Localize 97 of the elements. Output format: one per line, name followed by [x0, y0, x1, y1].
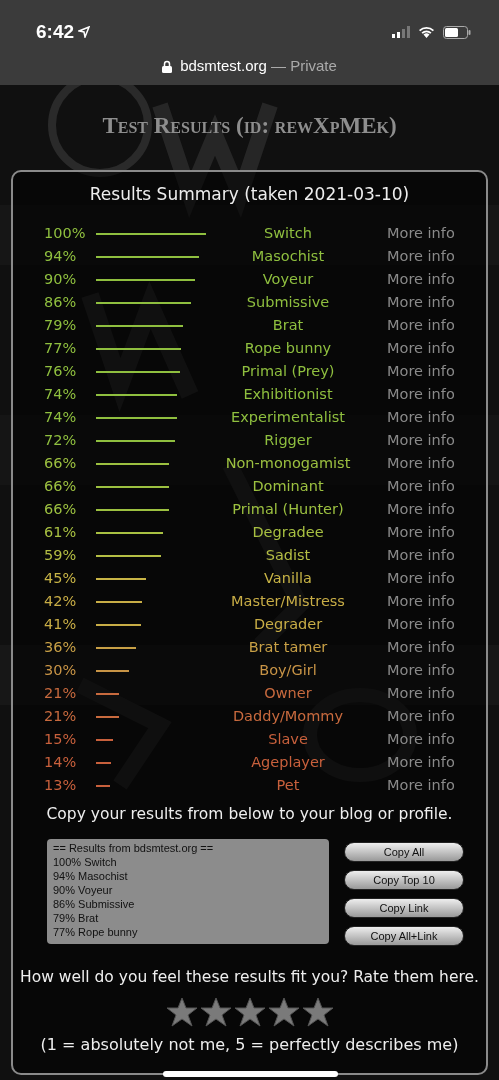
result-name: Ageplayer [250, 752, 326, 772]
star-icon[interactable] [165, 997, 198, 1028]
result-percent: 21% [44, 683, 78, 703]
more-info-link[interactable]: More info [387, 270, 455, 287]
result-name: Masochist [250, 246, 326, 266]
rating-prompt: How well do you feel these results fit you? Rate them here. [19, 967, 480, 988]
more-info-link[interactable]: More info [387, 408, 455, 425]
result-name: Boy/Girl [258, 660, 318, 680]
result-percent: 86% [44, 292, 78, 312]
more-info-link[interactable]: More info [387, 500, 455, 517]
more-info-link[interactable]: More info [387, 592, 455, 609]
result-percent: 15% [44, 729, 78, 749]
location-arrow-icon [78, 26, 91, 38]
more-info-link[interactable]: More info [387, 730, 455, 747]
result-name: Vanilla [263, 568, 313, 588]
more-info-link[interactable]: More info [387, 293, 455, 310]
result-percent: 13% [44, 775, 78, 795]
result-percent: 66% [44, 499, 78, 519]
rating-legend: (1 = absolutely not me, 5 = perfectly describes me) [13, 1033, 486, 1058]
result-percent: 74% [44, 384, 78, 404]
result-name: Rigger [263, 430, 313, 450]
result-name: Primal (Prey) [240, 361, 336, 381]
more-info-link[interactable]: More info [387, 339, 455, 356]
result-percent: 45% [44, 568, 78, 588]
more-info-link[interactable]: More info [387, 523, 455, 540]
result-name: Pet [275, 775, 301, 795]
result-percent: 77% [44, 338, 78, 358]
star-icon[interactable] [301, 997, 334, 1028]
more-info-link[interactable]: More info [387, 454, 455, 471]
battery-icon [443, 25, 471, 39]
more-info-link[interactable]: More info [387, 776, 455, 793]
result-name: Brat tamer [247, 637, 329, 657]
more-info-link[interactable]: More info [387, 362, 455, 379]
more-info-link[interactable]: More info [387, 615, 455, 632]
more-info-link[interactable]: More info [387, 684, 455, 701]
result-name: Owner [263, 683, 313, 703]
address-bar-url[interactable]: bdsmtest.org — Private [180, 55, 337, 78]
lock-icon [162, 59, 173, 73]
result-percent: 79% [44, 315, 78, 335]
result-percent: 42% [44, 591, 78, 611]
result-name: Non-monogamist [224, 453, 352, 473]
result-percent: 36% [44, 637, 78, 657]
more-info-link[interactable]: More info [387, 661, 455, 678]
result-name: Submissive [245, 292, 331, 312]
more-info-link[interactable]: More info [387, 316, 455, 333]
result-name: Daddy/Mommy [231, 706, 345, 726]
result-percent: 66% [44, 453, 78, 473]
result-percent: 100% [44, 223, 87, 243]
more-info-link[interactable]: More info [387, 638, 455, 655]
page-title: Test Results (id: rewXpMEk) [101, 112, 398, 140]
result-name: Sadist [264, 545, 312, 565]
result-name: Master/Mistress [230, 591, 346, 611]
result-name: Brat [271, 315, 305, 335]
result-percent: 59% [44, 545, 78, 565]
copy-button[interactable]: Copy Top 10 [344, 870, 464, 890]
signal-icon [392, 26, 410, 38]
clock-time: 6:42 [36, 19, 75, 44]
result-percent: 72% [44, 430, 78, 450]
star-icon[interactable] [267, 997, 300, 1028]
result-percent: 90% [44, 269, 78, 289]
result-name: Dominant [251, 476, 325, 496]
result-percent: 76% [44, 361, 78, 381]
wifi-icon [418, 26, 435, 38]
results-text-area[interactable]: == Results from bdsmtest.org == 100% Switch 94% Masochist 90% Voyeur 86% Submissive 79% Brat 77% Rope bunny [47, 839, 329, 944]
result-percent: 30% [44, 660, 78, 680]
more-info-link[interactable]: More info [387, 477, 455, 494]
star-icon[interactable] [233, 997, 266, 1028]
result-name: Slave [267, 729, 309, 749]
result-percent: 21% [44, 706, 78, 726]
result-percent: 66% [44, 476, 78, 496]
result-name: Exhibitionist [242, 384, 334, 404]
result-percent: 74% [44, 407, 78, 427]
copy-button[interactable]: Copy All+Link [344, 926, 464, 946]
more-info-link[interactable]: More info [387, 546, 455, 563]
result-name: Degrader [252, 614, 324, 634]
result-percent: 14% [44, 752, 78, 772]
result-name: Rope bunny [243, 338, 333, 358]
more-info-link[interactable]: More info [387, 707, 455, 724]
result-percent: 61% [44, 522, 78, 542]
more-info-link[interactable]: More info [387, 224, 455, 241]
more-info-link[interactable]: More info [387, 385, 455, 402]
result-name: Degradee [251, 522, 325, 542]
more-info-link[interactable]: More info [387, 569, 455, 586]
star-icon[interactable] [199, 997, 232, 1028]
copy-prompt: Copy your results from below to your blog or profile. [45, 804, 454, 825]
result-name: Voyeur [261, 269, 315, 289]
more-info-link[interactable]: More info [387, 431, 455, 448]
result-name: Switch [263, 223, 313, 243]
result-name: Experimentalist [230, 407, 346, 427]
result-name: Primal (Hunter) [231, 499, 345, 519]
more-info-link[interactable]: More info [387, 247, 455, 264]
copy-button[interactable]: Copy All [344, 842, 464, 862]
copy-button[interactable]: Copy Link [344, 898, 464, 918]
result-percent: 94% [44, 246, 78, 266]
result-percent: 41% [44, 614, 78, 634]
more-info-link[interactable]: More info [387, 753, 455, 770]
summary-title: Results Summary (taken 2021-03-10) [88, 183, 411, 206]
